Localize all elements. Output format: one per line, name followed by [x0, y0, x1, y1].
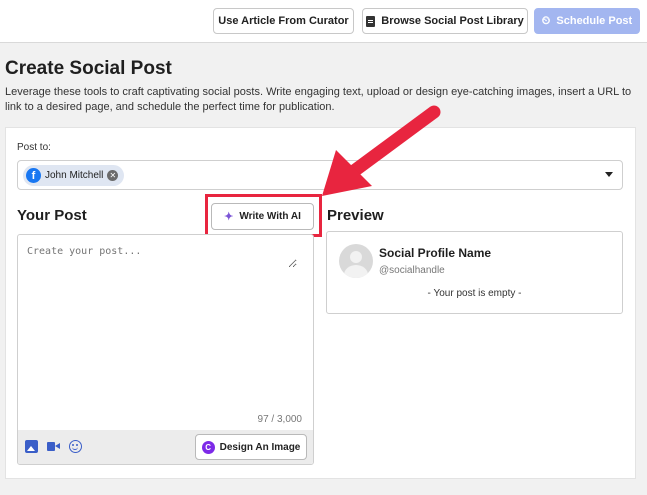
- profile-name: Social Profile Name: [379, 246, 492, 260]
- editor-toolbar: C Design An Image: [18, 430, 313, 464]
- top-toolbar: Use Article From Curator Browse Social P…: [0, 0, 647, 43]
- page-title: Create Social Post: [5, 58, 172, 79]
- design-an-image-button[interactable]: C Design An Image: [195, 434, 307, 460]
- your-post-heading: Your Post: [17, 207, 87, 224]
- browse-library-label: Browse Social Post Library: [381, 15, 524, 27]
- browse-social-post-library-button[interactable]: Browse Social Post Library: [362, 8, 528, 34]
- design-an-image-label: Design An Image: [219, 441, 301, 453]
- sparkle-icon: ✦: [224, 211, 234, 223]
- empty-post-message: - Your post is empty -: [427, 288, 522, 299]
- account-chip[interactable]: f John Mitchell ✕: [23, 165, 125, 186]
- write-with-ai-label: Write With AI: [239, 211, 301, 222]
- chevron-down-icon[interactable]: [605, 172, 613, 177]
- canva-icon: C: [201, 440, 215, 454]
- character-count: 97 / 3,000: [257, 414, 302, 425]
- schedule-icon: ⏲: [541, 14, 551, 27]
- document-icon: [366, 15, 376, 27]
- post-to-label: Post to:: [17, 142, 51, 153]
- facebook-icon: f: [26, 168, 41, 183]
- annotation-arrow-icon: [322, 105, 441, 196]
- account-name: John Mitchell: [45, 170, 104, 181]
- remove-account-icon[interactable]: ✕: [107, 170, 119, 181]
- schedule-post-label: Schedule Post: [556, 15, 633, 27]
- use-article-from-curator-button[interactable]: Use Article From Curator: [213, 8, 354, 34]
- image-icon[interactable]: [25, 440, 38, 453]
- schedule-post-button[interactable]: ⏲ Schedule Post: [534, 8, 640, 34]
- profile-handle: @socialhandle: [379, 265, 445, 276]
- emoji-icon[interactable]: [69, 440, 82, 453]
- write-with-ai-button[interactable]: ✦ Write With AI: [211, 203, 314, 230]
- avatar: [339, 244, 373, 278]
- preview-card: Social Profile Name @socialhandle - Your…: [326, 231, 623, 314]
- video-icon[interactable]: [47, 440, 60, 453]
- post-editor: 97 / 3,000 C Design An Image: [17, 234, 314, 465]
- post-text-input[interactable]: [27, 246, 297, 268]
